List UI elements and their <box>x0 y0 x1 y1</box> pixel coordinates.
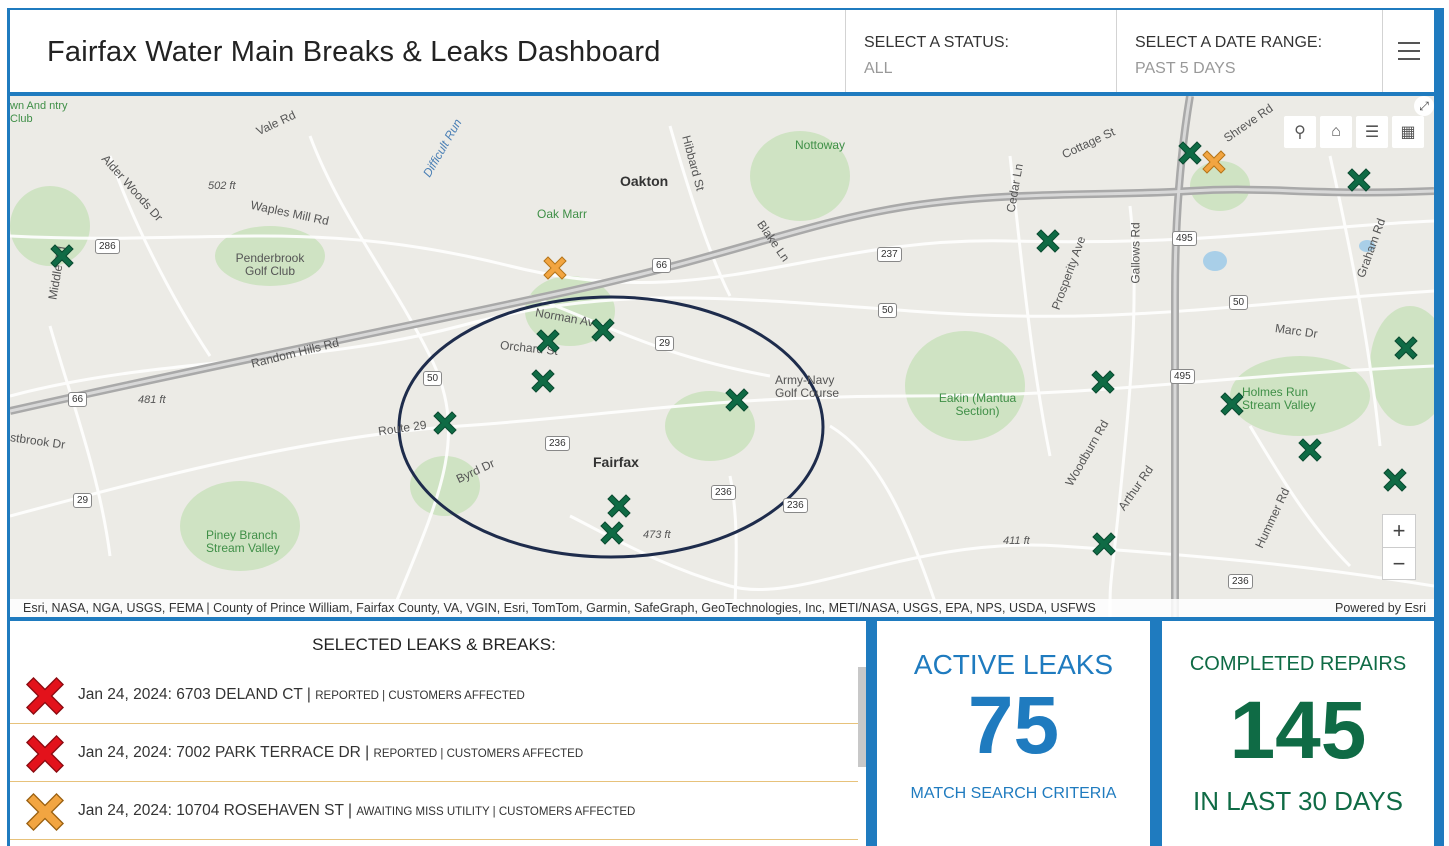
route-shield: 29 <box>655 336 675 351</box>
leak-marker-green[interactable] <box>529 367 557 395</box>
leak-marker-green[interactable] <box>1345 166 1373 194</box>
status-filter-label: SELECT A STATUS: <box>864 34 1009 51</box>
route-shield: 236 <box>1228 574 1253 589</box>
map-label-holmes-run: Holmes Run Stream Valley <box>1242 385 1316 412</box>
leak-marker-orange[interactable] <box>1200 148 1228 176</box>
completed-repairs-panel: COMPLETED REPAIRS 145 IN LAST 30 DAYS <box>1162 621 1434 846</box>
leak-marker-green[interactable] <box>1218 390 1246 418</box>
map-label-oakton: Oakton <box>620 173 669 189</box>
route-shield: 495 <box>1172 231 1197 246</box>
hamburger-menu-icon <box>1398 42 1420 44</box>
elevation-label: 411 ft <box>1003 535 1030 547</box>
selected-list-title: SELECTED LEAKS & BREAKS: <box>312 635 556 654</box>
dashboard-title: Fairfax Water Main Breaks & Leaks Dashbo… <box>47 36 661 68</box>
list-icon[interactable]: ☰ <box>1356 116 1388 148</box>
map-label-piney-branch: Piney Branch Stream Valley <box>206 528 280 555</box>
list-item-impact: CUSTOMERS AFFECTED <box>446 748 584 760</box>
date-range-filter-value[interactable]: PAST 5 DAYS <box>1135 60 1382 78</box>
search-icon[interactable]: ⚲ <box>1284 116 1316 148</box>
completed-repairs-label: COMPLETED REPAIRS <box>1189 653 1407 675</box>
leak-marker-green[interactable] <box>1296 436 1324 464</box>
route-shield: 237 <box>877 247 902 262</box>
list-item-impact: CUSTOMERS AFFECTED <box>498 806 636 818</box>
leak-marker-green[interactable] <box>1089 368 1117 396</box>
hamburger-menu-button[interactable] <box>1382 10 1434 92</box>
selected-list-panel: SELECTED LEAKS & BREAKS: Jan 24, 2024: 6… <box>10 621 866 846</box>
active-leaks-sublabel: MATCH SEARCH CRITERIA <box>910 785 1117 802</box>
route-shield: 29 <box>73 493 93 508</box>
map-attribution: Esri, NASA, NGA, USGS, FEMA | County of … <box>10 599 1434 617</box>
list-item-status: REPORTED <box>373 748 438 760</box>
leak-marker-green[interactable] <box>48 242 76 270</box>
active-leaks-count: 75 <box>967 680 1060 771</box>
list-item-impact: CUSTOMERS AFFECTED <box>388 690 525 702</box>
break-red-icon <box>25 734 65 774</box>
list-item-date-address: Jan 24, 2024: 10704 ROSEHAVEN ST <box>78 802 344 819</box>
zoom-out-button[interactable]: − <box>1383 547 1415 579</box>
elevation-label: 481 ft <box>138 394 166 406</box>
leak-marker-orange[interactable] <box>541 254 569 282</box>
map-label-country-club: wn And ntry Club <box>10 100 68 125</box>
leak-marker-green[interactable] <box>1392 334 1420 362</box>
map-view[interactable]: Oakton Fairfax Nottoway Oak Marr Penderb… <box>10 96 1434 617</box>
map-label-penderbrook: Penderbrook Golf Club <box>235 251 305 278</box>
powered-by-esri-link[interactable]: Powered by Esri <box>1335 599 1426 617</box>
leak-marker-green[interactable] <box>723 386 751 414</box>
elevation-label: 473 ft <box>643 529 671 541</box>
list-item[interactable]: Jan 24, 2024: 7002 PARK TERRACE DR | REP… <box>10 724 858 782</box>
list-scrollbar[interactable] <box>858 667 866 767</box>
list-item[interactable]: Jan 24, 2024: 10704 ROSEHAVEN ST | AWAIT… <box>10 782 858 840</box>
map-label-fairfax: Fairfax <box>593 454 639 470</box>
map-label-oak-marr: Oak Marr <box>537 207 588 221</box>
route-shield: 495 <box>1170 369 1195 384</box>
date-range-filter-label: SELECT A DATE RANGE: <box>1135 34 1323 51</box>
map-toolbar: ⚲ ⌂ ☰ ▦ <box>1284 116 1424 148</box>
route-shield: 66 <box>652 258 672 273</box>
expand-icon[interactable]: ⤢ <box>1414 96 1434 116</box>
leak-marker-green[interactable] <box>534 327 562 355</box>
list-item-status: AWAITING MISS UTILITY <box>356 806 490 818</box>
active-leaks-panel: ACTIVE LEAKS 75 MATCH SEARCH CRITERIA <box>877 621 1150 846</box>
status-filter-value[interactable]: ALL <box>864 60 1116 78</box>
leak-orange-icon <box>25 792 65 832</box>
leak-marker-green[interactable] <box>1381 466 1409 494</box>
date-range-filter[interactable]: SELECT A DATE RANGE: PAST 5 DAYS <box>1116 10 1382 92</box>
map-label-army-navy: Army-Navy Golf Course <box>775 373 840 400</box>
list-item-status: REPORTED <box>315 690 379 702</box>
map-label-nottoway: Nottoway <box>795 138 846 152</box>
leak-marker-green[interactable] <box>431 409 459 437</box>
list-item[interactable]: Jan 24, 2024: 6703 DELAND CT | REPORTED … <box>10 666 858 724</box>
route-shield: 236 <box>783 498 808 513</box>
status-filter[interactable]: SELECT A STATUS: ALL <box>845 10 1116 92</box>
completed-repairs-sublabel: IN LAST 30 DAYS <box>1192 786 1404 816</box>
home-icon[interactable]: ⌂ <box>1320 116 1352 148</box>
zoom-control: + − <box>1382 514 1416 580</box>
elevation-label: 502 ft <box>208 180 236 192</box>
active-leaks-label: ACTIVE LEAKS <box>913 649 1114 680</box>
leak-marker-green[interactable] <box>1034 227 1062 255</box>
route-shield: 236 <box>711 485 736 500</box>
dashboard-header: Fairfax Water Main Breaks & Leaks Dashbo… <box>10 10 1434 92</box>
route-shield: 286 <box>95 239 120 254</box>
attribution-text: Esri, NASA, NGA, USGS, FEMA | County of … <box>23 601 1096 615</box>
route-shield: 236 <box>545 436 570 451</box>
leak-marker-green[interactable] <box>589 316 617 344</box>
zoom-in-button[interactable]: + <box>1383 515 1415 547</box>
route-shield: 50 <box>1229 295 1249 310</box>
route-shield: 50 <box>423 371 443 386</box>
list-item-date-address: Jan 24, 2024: 7002 PARK TERRACE DR <box>78 744 361 761</box>
list-item-date-address: Jan 24, 2024: 6703 DELAND CT <box>78 686 303 703</box>
route-shield: 50 <box>878 303 898 318</box>
leak-marker-green[interactable] <box>598 519 626 547</box>
map-label-eakin: Eakin (Mantua Section) <box>938 391 1017 418</box>
road-label-gallows-rd: Gallows Rd <box>1128 222 1143 284</box>
break-red-icon <box>25 676 65 716</box>
completed-repairs-count: 145 <box>1229 685 1367 776</box>
basemap-icon[interactable]: ▦ <box>1392 116 1424 148</box>
leak-marker-green[interactable] <box>1090 530 1118 558</box>
route-shield: 66 <box>68 392 88 407</box>
leak-marker-green[interactable] <box>605 492 633 520</box>
